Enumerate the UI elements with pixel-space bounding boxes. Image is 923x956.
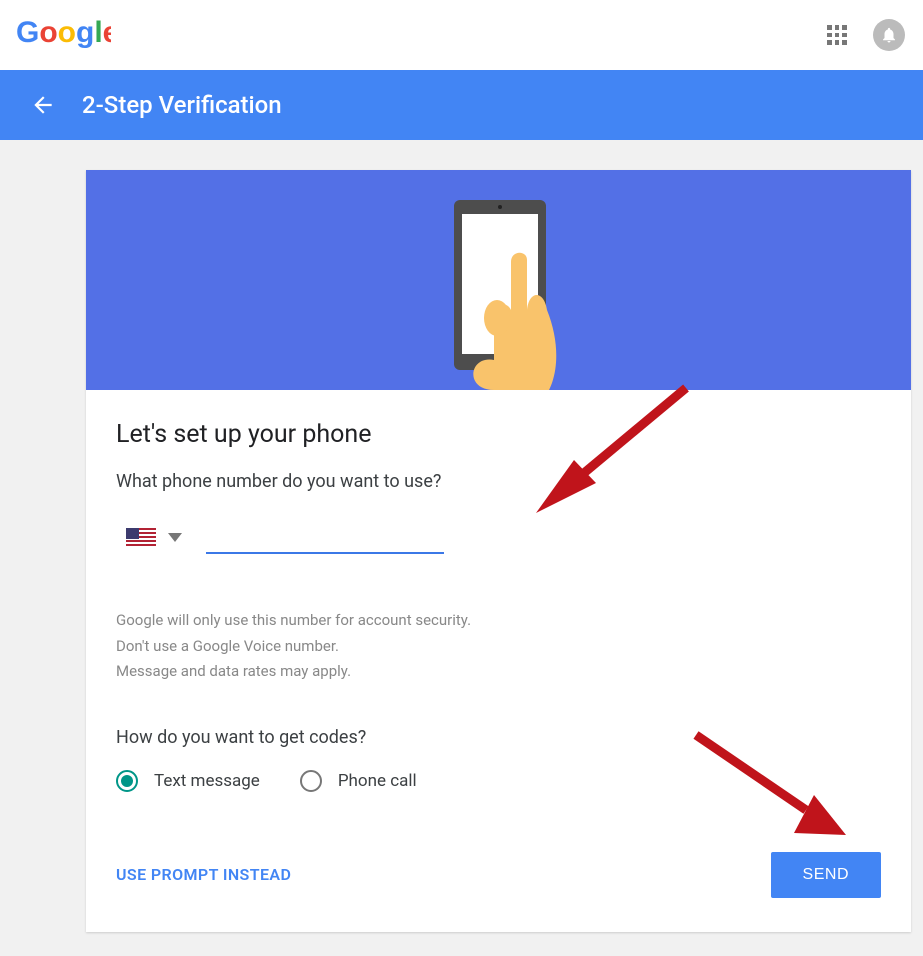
note-line-3: Message and data rates may apply. <box>116 659 881 685</box>
phone-question: What phone number do you want to use? <box>116 471 881 492</box>
radio-icon-selected <box>116 770 138 792</box>
setup-card: Let's set up your phone What phone numbe… <box>86 170 911 932</box>
us-flag-icon <box>126 528 156 548</box>
setup-heading: Let's set up your phone <box>116 420 881 449</box>
google-logo[interactable]: Google <box>16 16 111 54</box>
top-app-bar: Google <box>0 0 923 70</box>
page-body: Let's set up your phone What phone numbe… <box>0 140 923 956</box>
note-line-1: Google will only use this number for acc… <box>116 608 881 634</box>
back-arrow-icon[interactable] <box>30 92 56 118</box>
phone-number-input[interactable] <box>206 522 444 554</box>
annotation-arrow-1 <box>526 378 696 528</box>
top-bar-actions <box>827 19 905 51</box>
card-content: Let's set up your phone What phone numbe… <box>86 390 911 932</box>
page-title: 2-Step Verification <box>82 91 282 119</box>
use-prompt-link[interactable]: USE PROMPT INSTEAD <box>116 865 291 884</box>
phone-input-row <box>116 522 881 554</box>
bell-icon <box>880 26 898 44</box>
send-button[interactable]: SEND <box>771 852 881 898</box>
chevron-down-icon <box>168 533 182 543</box>
hero-illustration <box>86 170 911 390</box>
radio-phone-call[interactable]: Phone call <box>300 770 417 792</box>
apps-icon[interactable] <box>827 25 847 45</box>
svg-text:Google: Google <box>16 16 111 49</box>
card-footer: USE PROMPT INSTEAD SEND <box>116 852 881 898</box>
code-method-question: How do you want to get codes? <box>116 727 881 748</box>
radio-label-call: Phone call <box>338 771 417 791</box>
radio-text-message[interactable]: Text message <box>116 770 260 792</box>
disclaimer-text: Google will only use this number for acc… <box>116 608 881 685</box>
note-line-2: Don't use a Google Voice number. <box>116 634 881 660</box>
radio-label-text: Text message <box>154 771 260 791</box>
code-method-radios: Text message Phone call <box>116 770 881 792</box>
page-header-bar: 2-Step Verification <box>0 70 923 140</box>
notifications-button[interactable] <box>873 19 905 51</box>
country-selector[interactable] <box>116 522 192 554</box>
radio-icon-unselected <box>300 770 322 792</box>
